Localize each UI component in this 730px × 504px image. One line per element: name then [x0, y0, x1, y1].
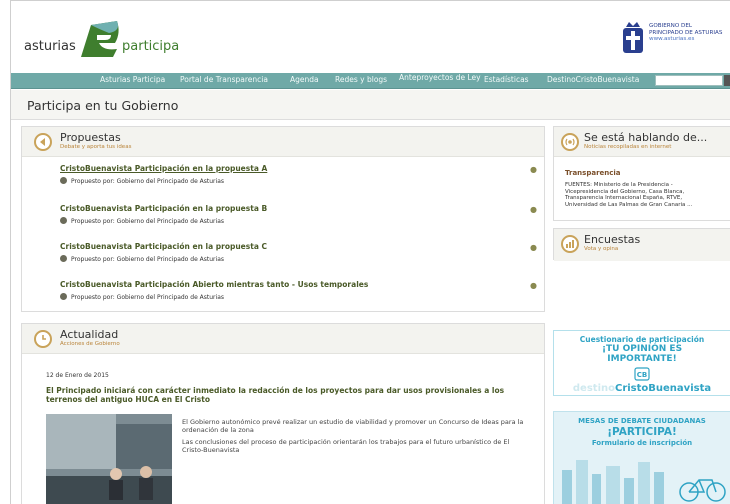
proposal-title-link[interactable]: CristoBuenavista Participación en la pro… [60, 204, 267, 213]
proposal-author-name: Gobierno del Principado de Asturias [116, 178, 224, 185]
hablando-panel: Se está hablando de... Noticias recopila… [553, 126, 730, 221]
propuestas-title: Propuestas [60, 131, 121, 144]
proposal-author-name: Gobierno del Principado de Asturias [116, 218, 224, 225]
brand-bold: CristoBuenavista [614, 383, 712, 394]
hablando-title: Se está hablando de... [584, 131, 708, 144]
proposal-by-label: Propuesto por: [71, 256, 115, 263]
broadcast-icon [561, 133, 579, 151]
banner2-line3: Formulario de inscripción [591, 439, 693, 447]
bar-chart-icon [561, 235, 579, 253]
city-illustration [562, 460, 726, 504]
author-icon [60, 177, 67, 184]
proposal-author: Propuesto por: Gobierno del Principado d… [60, 177, 224, 185]
encuestas-panel: Encuestas Vota y opina [553, 228, 730, 261]
comment-icon[interactable]: ● [530, 205, 537, 214]
proposal-by-label: Propuesto por: [71, 178, 115, 185]
banner2-line2: ¡PARTICIPA! [607, 426, 677, 438]
actualidad-subtitle: Acciones de Gobierno [60, 341, 120, 347]
logo-swoosh-icon [81, 21, 119, 57]
banner1-line3: IMPORTANTE! [607, 354, 677, 364]
banner1-line1: Cuestionario de participación [579, 335, 705, 344]
page: asturias participa GOBIERNO DEL PRINCIPA… [10, 0, 730, 504]
comment-icon[interactable]: ● [530, 281, 537, 290]
news-paragraph-1: El Gobierno autonómico prevé realizar un… [182, 418, 524, 434]
author-icon [60, 217, 67, 224]
proposal-title-link[interactable]: CristoBuenavista Participación Abierto m… [60, 280, 368, 289]
news-headline-link[interactable]: El Principado iniciará con carácter inme… [46, 386, 516, 404]
propuestas-header: Propuestas Debate y aporta tus ideas [22, 127, 544, 157]
nav-asturias-participa[interactable]: Asturias Participa [100, 75, 165, 84]
svg-text:CB: CB [637, 371, 647, 379]
proposal-author: Propuesto por: Gobierno del Principado d… [60, 255, 224, 263]
gov-line-2: PRINCIPADO DE ASTURIAS [649, 29, 723, 36]
banner1-line2: ¡TU OPINIÓN ES [601, 344, 683, 354]
propuestas-subtitle: Debate y aporta tus ideas [60, 144, 132, 150]
proposal-title-link[interactable]: CristoBuenavista Participación en la pro… [60, 242, 267, 251]
gov-line-1: GOBIERNO DEL [649, 23, 692, 29]
news-photo[interactable] [46, 414, 172, 504]
mesas-debate-banner[interactable]: MESAS DE DEBATE CIUDADANAS ¡PARTICIPA! F… [553, 411, 730, 504]
page-title: Participa en tu Gobierno [27, 98, 179, 113]
news-paragraph-2: Las conclusiones del proceso de particip… [182, 438, 510, 454]
encuestas-title[interactable]: Encuestas [584, 233, 640, 246]
coat-of-arms-icon [623, 22, 643, 53]
proposal-author-name: Gobierno del Principado de Asturias [116, 294, 224, 301]
page-title-bar: Participa en tu Gobierno [11, 90, 730, 120]
actualidad-header: Actualidad Acciones de Gobierno [22, 324, 544, 354]
proposal-author: Propuesto por: Gobierno del Principado d… [60, 217, 224, 225]
actualidad-panel: Actualidad Acciones de Gobierno 12 de En… [21, 323, 545, 504]
banner2-line1: MESAS DE DEBATE CIUDADANAS [578, 417, 706, 425]
clock-icon [34, 330, 52, 348]
encuestas-header: Encuestas Vota y opina [554, 229, 730, 261]
cb-badge-icon: CB [634, 367, 650, 381]
hablando-subtitle: Noticias recopiladas en internet [584, 144, 672, 150]
author-icon [60, 293, 67, 300]
proposal-author-name: Gobierno del Principado de Asturias [116, 256, 224, 263]
nav-portal-transparencia[interactable]: Portal de Transparencia [180, 75, 268, 84]
nav-anteproyectos-ley[interactable]: Anteproyectos de Ley [399, 74, 481, 82]
header: asturias participa GOBIERNO DEL PRINCIPA… [11, 1, 730, 73]
encuestas-subtitle: Vota y opina [584, 246, 619, 252]
comment-icon[interactable]: ● [530, 165, 537, 174]
nav-agenda[interactable]: Agenda [290, 75, 319, 84]
logo-word-asturias: asturias [24, 39, 76, 54]
nav-destino-cristo-buenavista[interactable]: DestinoCristoBuenavista [547, 75, 639, 84]
gov-text: GOBIERNO DEL PRINCIPADO DE ASTURIAS www.… [649, 23, 722, 43]
main-nav: Asturias Participa Portal de Transparenc… [11, 73, 730, 89]
comment-icon[interactable]: ● [530, 243, 537, 252]
propuestas-panel: Propuestas Debate y aporta tus ideas Cri… [21, 126, 545, 312]
proposal-by-label: Propuesto por: [71, 294, 115, 301]
proposal-title-link[interactable]: CristoBuenavista Participación en la pro… [60, 164, 267, 173]
search-input[interactable] [655, 75, 723, 86]
search-button[interactable] [724, 75, 730, 86]
news-date: 12 de Enero de 2015 [46, 372, 109, 379]
nav-redes-blogs[interactable]: Redes y blogs [335, 75, 387, 84]
banner1-brand: destinoCristoBuenavista [554, 383, 730, 394]
brand-prefix: destino [572, 383, 615, 394]
cuestionario-banner[interactable]: Cuestionario de participación ¡TU OPINIÓ… [553, 330, 730, 396]
nav-estadisticas[interactable]: Estadísticas [484, 75, 529, 84]
gov-url-link[interactable]: www.asturias.es [649, 36, 722, 43]
propuestas-icon [34, 133, 52, 151]
logo-word-participa: participa [122, 39, 180, 54]
actualidad-title: Actualidad [60, 328, 119, 341]
gobierno-asturias-logo[interactable]: GOBIERNO DEL PRINCIPADO DE ASTURIAS www.… [621, 21, 729, 63]
proposal-author: Propuesto por: Gobierno del Principado d… [60, 293, 224, 301]
topic-link[interactable]: Transparencia [565, 169, 621, 177]
topic-sources: FUENTES: Ministerio de la Presidencia - … [565, 182, 693, 208]
hablando-header: Se está hablando de... Noticias recopila… [554, 127, 730, 157]
proposal-by-label: Propuesto por: [71, 218, 115, 225]
author-icon [60, 255, 67, 262]
